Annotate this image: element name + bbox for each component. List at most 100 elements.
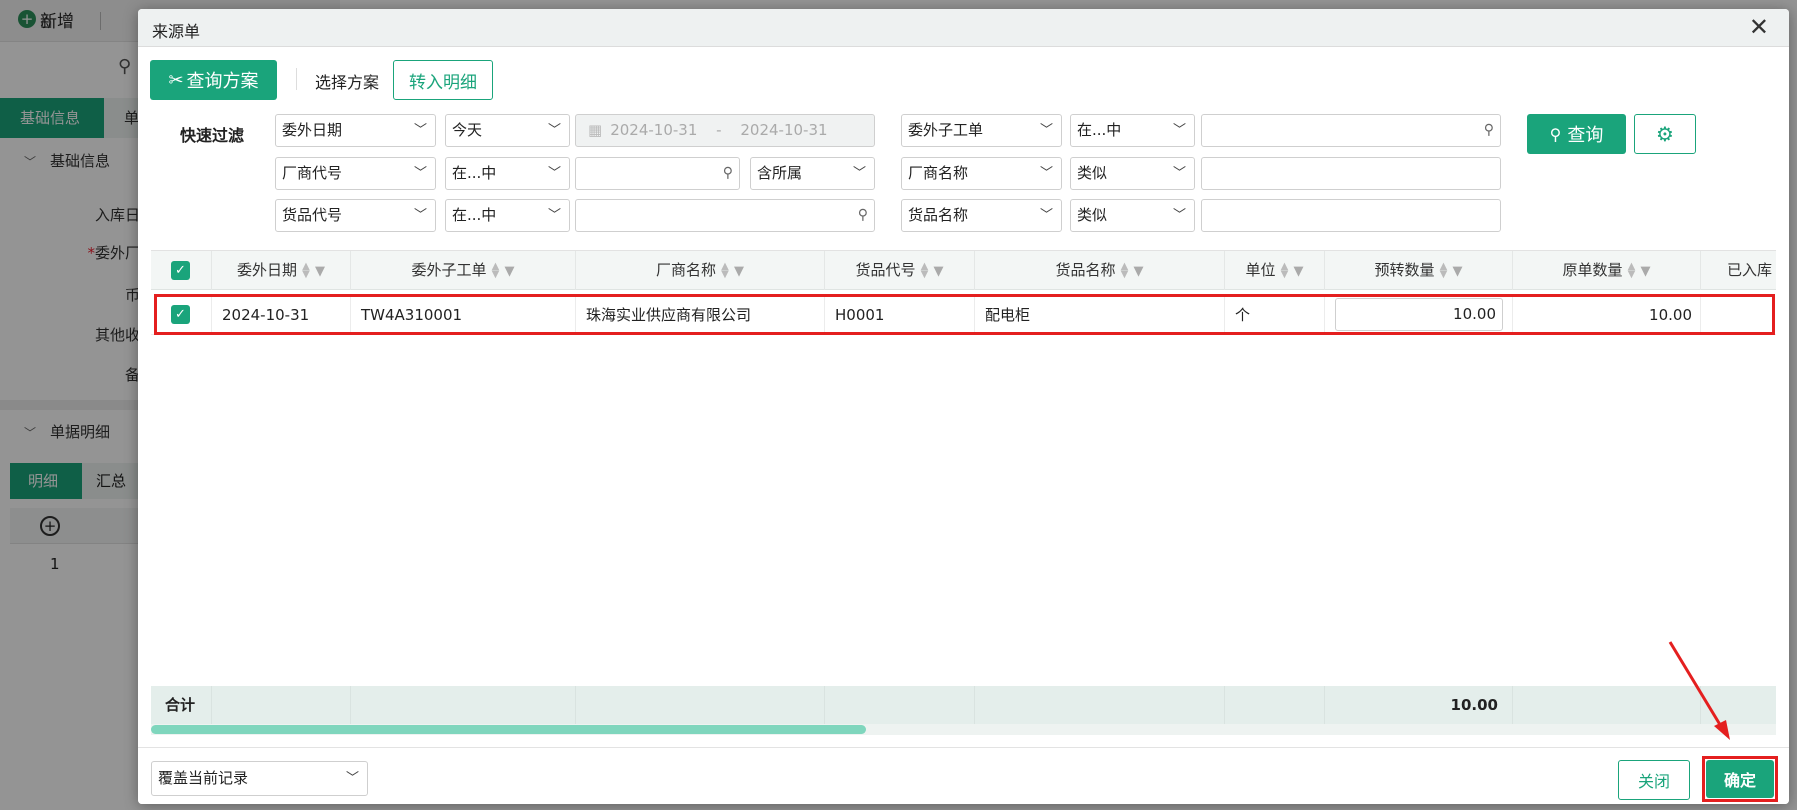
search-icon: ⚲ bbox=[857, 207, 868, 223]
filter-icon: ▼ bbox=[315, 264, 325, 279]
footer-cell bbox=[975, 686, 1225, 724]
table-footer: 合计 10.00 bbox=[151, 686, 1776, 724]
chevron-down-icon: ﹀ bbox=[1172, 208, 1186, 223]
chevron-down-icon: ﹀ bbox=[1172, 123, 1186, 138]
transfer-detail-button[interactable]: 转入明细 bbox=[393, 60, 493, 100]
chevron-down-icon: ﹀ bbox=[547, 208, 561, 223]
horizontal-scrollbar[interactable] bbox=[151, 724, 1776, 735]
filter-field-select[interactable]: 厂商代号 ﹀ bbox=[275, 157, 436, 190]
confirm-button[interactable]: 确定 bbox=[1706, 760, 1774, 798]
filter-field-select[interactable]: 货品名称 ﹀ bbox=[901, 199, 1062, 232]
pre-qty-input[interactable]: 10.00 bbox=[1335, 298, 1503, 331]
source-table: ✓ 委外日期 ▲ ▼ ▼ 委外子工单 ▲ ▼ ▼ 厂商名称 ▲ ▼ ▼ 货品代号 ▲ ▼ ▼ 货品名称 ▲… bbox=[151, 250, 1776, 735]
sort-icon: ▲ ▼ bbox=[302, 260, 310, 280]
close-icon[interactable]: ✕ bbox=[1749, 13, 1769, 41]
filter-icon: ▼ bbox=[1640, 264, 1651, 279]
query-scheme-button[interactable]: ✂ 查询方案 bbox=[150, 60, 277, 100]
column-header[interactable]: 预转数量 ▲ ▼ ▼ bbox=[1325, 251, 1513, 290]
filter-field-select[interactable]: 委外子工单 ﹀ bbox=[901, 114, 1062, 147]
total-pre-qty: 10.00 bbox=[1325, 686, 1513, 724]
column-header[interactable]: 货品代号 ▲ ▼ ▼ bbox=[825, 251, 975, 290]
scrollbar-thumb[interactable] bbox=[151, 725, 866, 734]
chevron-down-icon: ﹀ bbox=[413, 123, 427, 138]
select-all-header: ✓ bbox=[151, 251, 212, 290]
chevron-down-icon: ﹀ bbox=[1039, 166, 1053, 181]
cell-date: 2024-10-31 bbox=[212, 295, 351, 335]
cell-unit: 个 bbox=[1225, 295, 1325, 335]
gear-icon[interactable]: ⚙ bbox=[1634, 114, 1696, 154]
filter-icon: ▼ bbox=[1133, 264, 1144, 279]
footer-cell bbox=[212, 686, 351, 724]
footer-cell bbox=[825, 686, 975, 724]
vendor-name-input[interactable] bbox=[1201, 157, 1501, 190]
filter-icon: ▼ bbox=[734, 264, 744, 279]
filter-operator-select[interactable]: 在...中 ﹀ bbox=[445, 157, 570, 190]
annotation-arrow-icon bbox=[1668, 641, 1730, 740]
chevron-down-icon: ﹀ bbox=[852, 166, 866, 181]
cell-sub-order: TW4A310001 bbox=[351, 295, 576, 335]
filter-icon: ▼ bbox=[1452, 264, 1463, 279]
search-icon: ⚲ bbox=[1549, 124, 1562, 144]
select-all-checkbox[interactable]: ✓ bbox=[171, 261, 190, 280]
sort-icon: ▲ ▼ bbox=[1280, 260, 1289, 280]
filter-operator-select[interactable]: 类似 ﹀ bbox=[1070, 199, 1195, 232]
footer-cell bbox=[576, 686, 825, 724]
sort-icon: ▲ ▼ bbox=[491, 260, 500, 280]
chevron-down-icon: ﹀ bbox=[1172, 166, 1186, 181]
search-icon: ⚲ bbox=[722, 165, 733, 181]
sort-icon: ▲ ▼ bbox=[1627, 260, 1636, 280]
row-select-cell: ✓ bbox=[151, 295, 212, 335]
chevron-down-icon: ﹀ bbox=[413, 166, 427, 181]
total-label: 合计 bbox=[151, 686, 212, 724]
item-name-input[interactable] bbox=[1201, 199, 1501, 232]
table-row[interactable]: ✓ 2024-10-31 TW4A310001 珠海实业供应商有限公司 H000… bbox=[151, 295, 1776, 335]
filter-field-select[interactable]: 委外日期 ﹀ bbox=[275, 114, 436, 147]
cell-orig-qty: 10.00 bbox=[1513, 295, 1701, 335]
source-document-dialog: 来源单 ✕ ✂ 查询方案 选择方案 转入明细 快速过滤 委外日期 ﹀ 今天 ﹀ ▦ 20… bbox=[138, 9, 1789, 804]
sort-icon: ▲ ▼ bbox=[920, 260, 929, 280]
quick-filter-label: 快速过滤 bbox=[180, 126, 245, 145]
column-header[interactable]: 原单数量 ▲ ▼ ▼ bbox=[1513, 251, 1701, 290]
date-range-input[interactable]: ▦ 2024-10-31 - 2024-10-31 bbox=[575, 114, 875, 147]
chevron-down-icon: ﹀ bbox=[547, 166, 561, 181]
chevron-down-icon: ﹀ bbox=[547, 123, 561, 138]
scope-select[interactable]: 含所属 ﹀ bbox=[750, 157, 875, 190]
close-button[interactable]: 关闭 bbox=[1618, 760, 1690, 800]
chevron-down-icon: ﹀ bbox=[1039, 123, 1053, 138]
column-header[interactable]: 已入库 bbox=[1701, 251, 1776, 290]
filter-icon: ▼ bbox=[504, 264, 515, 279]
column-header[interactable]: 委外日期 ▲ ▼ ▼ bbox=[212, 251, 351, 290]
sort-icon: ▲ ▼ bbox=[1439, 260, 1448, 280]
query-button[interactable]: ⚲ 查询 bbox=[1527, 114, 1626, 154]
cell-vendor: 珠海实业供应商有限公司 bbox=[576, 295, 825, 335]
tools-icon: ✂ bbox=[168, 69, 184, 91]
table-header: ✓ 委外日期 ▲ ▼ ▼ 委外子工单 ▲ ▼ ▼ 厂商名称 ▲ ▼ ▼ 货品代号 ▲ ▼ ▼ 货品名称 ▲… bbox=[151, 251, 1776, 290]
cell-item-code: H0001 bbox=[825, 295, 975, 335]
filter-icon: ▼ bbox=[1293, 264, 1304, 279]
vendor-code-search-input[interactable]: ⚲ bbox=[575, 157, 740, 190]
mode-select[interactable]: 覆盖当前记录 ﹀ bbox=[151, 761, 368, 796]
dialog-footer: 覆盖当前记录 ﹀ 关闭 确定 bbox=[138, 747, 1789, 804]
footer-cell bbox=[1225, 686, 1325, 724]
filter-operator-select[interactable]: 在...中 ﹀ bbox=[445, 199, 570, 232]
filter-operator-select[interactable]: 类似 ﹀ bbox=[1070, 157, 1195, 190]
filter-operator-select[interactable]: 今天 ﹀ bbox=[445, 114, 570, 147]
select-scheme-label: 选择方案 bbox=[315, 73, 380, 92]
divider bbox=[296, 68, 297, 90]
chevron-down-icon: ﹀ bbox=[1039, 208, 1053, 223]
item-code-search-input[interactable]: ⚲ bbox=[575, 199, 875, 232]
filter-field-select[interactable]: 货品代号 ﹀ bbox=[275, 199, 436, 232]
sort-icon: ▲ ▼ bbox=[1120, 260, 1129, 280]
sub-order-search-input[interactable]: ⚲ bbox=[1201, 114, 1501, 147]
column-header[interactable]: 货品名称 ▲ ▼ ▼ bbox=[975, 251, 1225, 290]
filter-operator-select[interactable]: 在...中 ﹀ bbox=[1070, 114, 1195, 147]
footer-cell bbox=[351, 686, 576, 724]
filter-field-select[interactable]: 厂商名称 ﹀ bbox=[901, 157, 1062, 190]
column-header[interactable]: 委外子工单 ▲ ▼ ▼ bbox=[351, 251, 576, 290]
column-header[interactable]: 厂商名称 ▲ ▼ ▼ bbox=[576, 251, 825, 290]
dialog-titlebar: 来源单 ✕ bbox=[138, 9, 1789, 47]
chevron-down-icon: ﹀ bbox=[345, 771, 359, 786]
column-header[interactable]: 单位 ▲ ▼ ▼ bbox=[1225, 251, 1325, 290]
calendar-icon: ▦ bbox=[588, 121, 603, 139]
row-checkbox[interactable]: ✓ bbox=[171, 305, 190, 324]
